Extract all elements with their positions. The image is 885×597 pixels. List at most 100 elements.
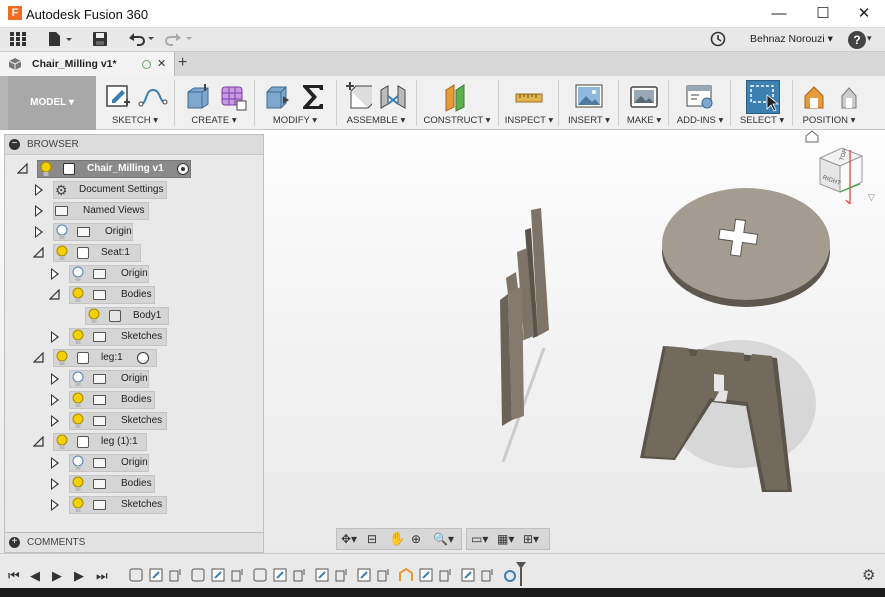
collapse-triangle-icon[interactable] (33, 352, 44, 363)
measure-icon[interactable] (514, 82, 544, 112)
visibility-bulb-icon[interactable] (71, 329, 85, 345)
create-sketch-icon[interactable] (104, 82, 134, 112)
timeline-settings-gear-icon[interactable]: ⚙ (862, 566, 875, 584)
go-to-end-icon[interactable]: ⏭ (96, 568, 108, 584)
scripts-addins-icon[interactable] (685, 82, 715, 112)
viewcube-dropdown-icon[interactable]: ▽ (868, 192, 875, 203)
collapse-triangle-icon[interactable] (49, 289, 60, 300)
go-to-start-icon[interactable]: ⏮ (8, 568, 20, 584)
visibility-bulb-icon[interactable] (71, 476, 85, 492)
expand-comments-icon[interactable]: + (9, 537, 20, 548)
grid-settings-icon[interactable]: ▦▾ (497, 532, 514, 546)
tree-item-seat-origin[interactable]: Origin (49, 265, 257, 283)
offset-plane-icon[interactable] (442, 82, 472, 112)
expand-triangle-icon[interactable] (51, 268, 59, 280)
data-panel-grid-icon[interactable] (8, 31, 28, 49)
maximize-button[interactable]: ☐ (802, 0, 844, 28)
sketch-group[interactable]: SKETCH ▾ (100, 76, 170, 130)
play-icon[interactable]: ▶ (52, 568, 62, 584)
visibility-bulb-icon[interactable] (55, 434, 69, 450)
step-back-icon[interactable]: ◀ (30, 568, 40, 584)
expand-triangle-icon[interactable] (51, 331, 59, 343)
expand-triangle-icon[interactable] (51, 394, 59, 406)
visibility-bulb-icon[interactable] (55, 350, 69, 366)
file-menu-icon[interactable] (46, 31, 74, 49)
collapse-triangle-icon[interactable] (17, 163, 28, 174)
tree-item-leg1-bodies[interactable]: Bodies (49, 391, 257, 409)
new-tab-button[interactable]: + (178, 54, 187, 72)
capture-position-icon[interactable] (800, 82, 830, 112)
workspace-switcher[interactable]: MODEL ▾ (8, 76, 96, 130)
expand-triangle-icon[interactable] (35, 184, 43, 196)
expand-triangle-icon[interactable] (51, 415, 59, 427)
save-icon[interactable] (90, 31, 110, 49)
tree-item-origin[interactable]: Origin (33, 223, 257, 241)
tree-item-seat-bodies[interactable]: Bodies (49, 286, 257, 304)
tree-item-seat[interactable]: Seat:1 (33, 244, 257, 262)
tree-item-leg1-origin[interactable]: Origin (49, 370, 257, 388)
create-group[interactable]: CREATE ▾ (178, 76, 250, 130)
hidden-bulb-icon[interactable] (71, 455, 85, 471)
browser-header[interactable]: − BROWSER (5, 135, 263, 155)
tree-item-leg1-sketches[interactable]: Sketches (49, 412, 257, 430)
revert-position-icon[interactable] (834, 82, 864, 112)
pan-hand-icon[interactable]: ✋ (389, 531, 405, 547)
expand-triangle-icon[interactable] (51, 478, 59, 490)
assemble-group[interactable]: ASSEMBLE ▾ (340, 76, 412, 130)
user-account-menu[interactable]: Behnaz Norouzi ▾ (750, 33, 833, 45)
timeline-features[interactable] (124, 566, 524, 586)
zoom-window-icon[interactable]: 🔍▾ (433, 532, 454, 546)
tree-root[interactable]: Chair_Milling v1 (17, 160, 257, 178)
tree-item-seat-sketches[interactable]: Sketches (49, 328, 257, 346)
tree-item-leg2-sketches[interactable]: Sketches (49, 496, 257, 514)
orbit-icon[interactable]: ✥▾ (341, 532, 357, 546)
tree-item-leg2-origin[interactable]: Origin (49, 454, 257, 472)
collapse-triangle-icon[interactable] (33, 247, 44, 258)
tree-item-leg2-bodies[interactable]: Bodies (49, 475, 257, 493)
addins-group[interactable]: ADD-INS ▾ (672, 76, 728, 130)
visibility-bulb-icon[interactable] (87, 308, 101, 324)
hidden-bulb-icon[interactable] (71, 266, 85, 282)
3d-print-icon[interactable] (629, 82, 659, 112)
hidden-bulb-icon[interactable] (71, 371, 85, 387)
collapse-triangle-icon[interactable] (33, 436, 44, 447)
extrude-icon[interactable] (182, 82, 212, 112)
undo-icon[interactable] (126, 31, 156, 49)
redo-icon[interactable] (164, 31, 194, 49)
select-group[interactable]: SELECT ▾ (734, 76, 790, 130)
tree-item-document-settings[interactable]: ⚙ Document Settings (33, 181, 257, 199)
visibility-bulb-icon[interactable] (71, 392, 85, 408)
expand-triangle-icon[interactable] (35, 205, 43, 217)
visibility-bulb-icon[interactable] (71, 287, 85, 303)
help-icon[interactable]: ? (848, 31, 866, 49)
tree-item-leg2[interactable]: leg (1):1 (33, 433, 257, 451)
help-dropdown-icon[interactable]: ▾ (867, 33, 872, 44)
form-mesh-icon[interactable] (218, 82, 248, 112)
visibility-bulb-icon[interactable] (55, 245, 69, 261)
look-at-icon[interactable]: ⊟ (367, 532, 377, 546)
tree-item-leg1[interactable]: leg:1 (33, 349, 257, 367)
modify-group[interactable]: MODIFY ▾ (258, 76, 332, 130)
expand-triangle-icon[interactable] (51, 457, 59, 469)
activate-radio-icon[interactable] (137, 352, 149, 364)
viewcube[interactable]: RIGHT TOP (808, 140, 870, 206)
new-component-icon[interactable] (342, 82, 374, 112)
inspect-group[interactable]: INSPECT ▾ (502, 76, 556, 130)
close-tab-button[interactable]: ✕ (157, 57, 166, 70)
construct-group[interactable]: CONSTRUCT ▾ (420, 76, 494, 130)
minimize-button[interactable]: — (758, 0, 800, 28)
make-group[interactable]: MAKE ▾ (622, 76, 666, 130)
insert-group[interactable]: INSERT ▾ (562, 76, 616, 130)
insert-image-icon[interactable] (574, 82, 604, 112)
visibility-bulb-icon[interactable] (71, 497, 85, 513)
comments-panel[interactable]: + COMMENTS (4, 532, 264, 553)
hidden-bulb-icon[interactable] (55, 224, 69, 240)
display-settings-icon[interactable]: ▭▾ (471, 532, 488, 546)
compute-sigma-icon[interactable] (298, 82, 328, 112)
document-tab[interactable]: Chair_Milling v1* ✕ (0, 52, 175, 76)
collapse-browser-icon[interactable]: − (9, 139, 20, 150)
job-status-clock-icon[interactable] (708, 31, 728, 49)
expand-triangle-icon[interactable] (51, 373, 59, 385)
joint-icon[interactable] (378, 82, 408, 112)
close-window-button[interactable]: ✕ (843, 0, 885, 28)
